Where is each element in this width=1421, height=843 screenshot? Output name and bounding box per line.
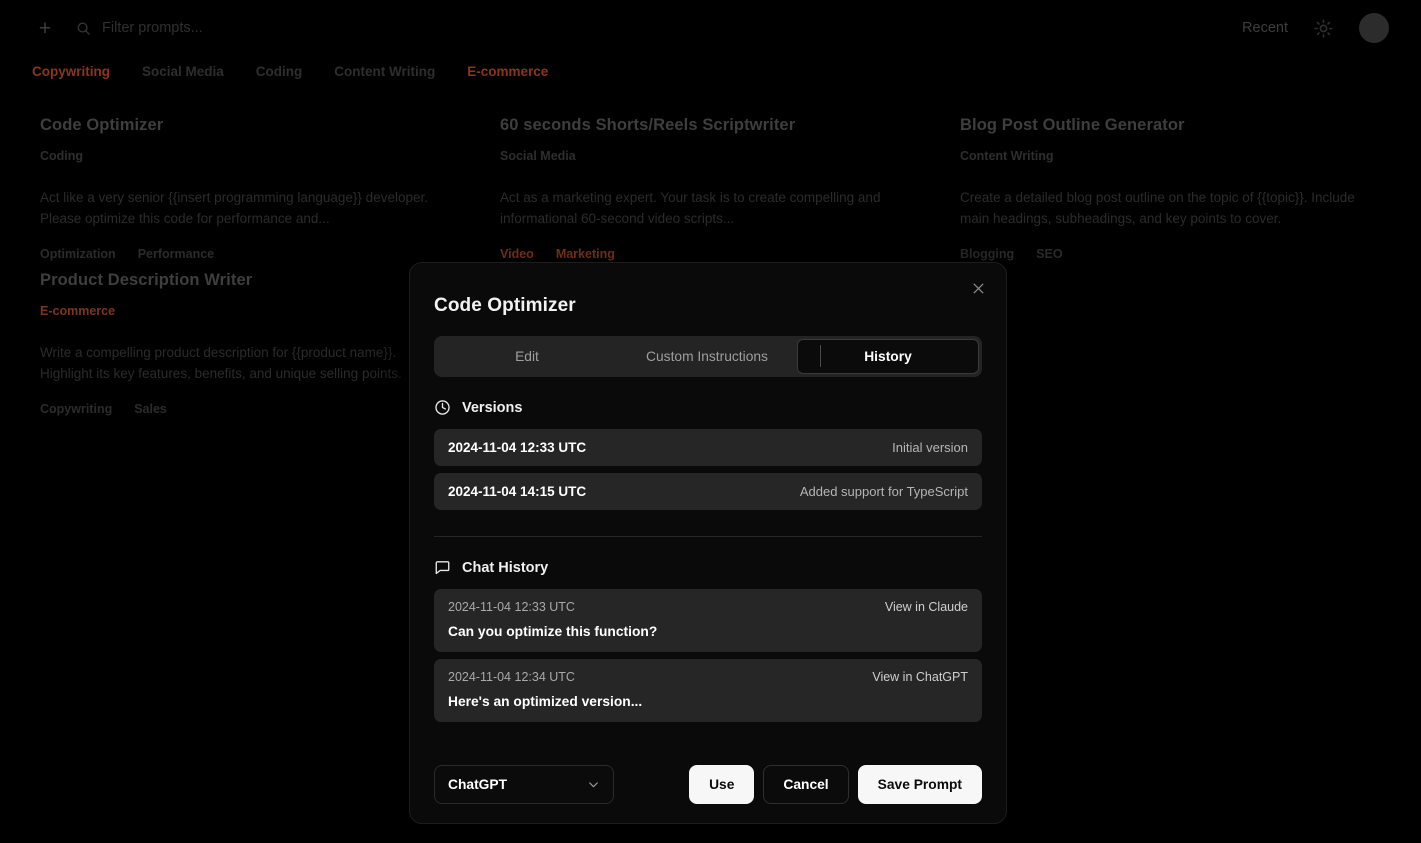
chevron-down-icon: [587, 778, 600, 791]
view-in-provider-link[interactable]: View in Claude: [885, 600, 968, 614]
card-tag[interactable]: Blogging: [960, 247, 1014, 261]
card-category: Coding: [40, 149, 83, 163]
model-select[interactable]: ChatGPT: [434, 765, 614, 804]
tab-edit[interactable]: Edit: [437, 339, 617, 374]
card-tags: Optimization Performance: [40, 247, 492, 261]
card-tag[interactable]: Copywriting: [40, 402, 112, 416]
card-tag[interactable]: Video: [500, 247, 534, 261]
top-bar: + Recent: [0, 0, 1421, 56]
search-container: [76, 20, 1242, 36]
category-tab-copywriting[interactable]: Copywriting: [32, 64, 142, 79]
add-prompt-button[interactable]: +: [32, 15, 58, 41]
card-description: Create a detailed blog post outline on t…: [960, 188, 1360, 230]
card-category: E-commerce: [40, 304, 115, 318]
card-tag[interactable]: Sales: [134, 402, 167, 416]
avatar[interactable]: [1359, 13, 1389, 43]
version-row[interactable]: 2024-11-04 12:33 UTC Initial version: [434, 429, 982, 466]
chat-history-title: Chat History: [462, 560, 548, 576]
chat-bubble-icon: [434, 559, 451, 576]
card-title: Blog Post Outline Generator: [960, 116, 1412, 135]
version-date: 2024-11-04 12:33 UTC: [448, 440, 586, 455]
version-date: 2024-11-04 14:15 UTC: [448, 484, 586, 499]
chat-history-section-header: Chat History: [434, 559, 982, 576]
search-input[interactable]: [102, 20, 522, 36]
modal-tab-bar: Edit Custom Instructions History: [434, 336, 982, 377]
chat-row-meta: 2024-11-04 12:34 UTC View in ChatGPT: [448, 670, 968, 684]
search-icon: [76, 21, 91, 36]
prompt-card[interactable]: Code Optimizer Coding Act like a very se…: [32, 106, 492, 261]
card-tags: Blogging SEO: [960, 247, 1412, 261]
model-select-value: ChatGPT: [448, 777, 507, 792]
card-tags: Video Marketing: [500, 247, 952, 261]
card-description: Write a compelling product description f…: [40, 343, 440, 385]
card-title: Code Optimizer: [40, 116, 492, 135]
chat-row-meta: 2024-11-04 12:33 UTC View in Claude: [448, 600, 968, 614]
card-tag[interactable]: SEO: [1036, 247, 1062, 261]
chat-row[interactable]: 2024-11-04 12:33 UTC View in Claude Can …: [434, 589, 982, 652]
card-category: Content Writing: [960, 149, 1054, 163]
cancel-button[interactable]: Cancel: [763, 765, 848, 804]
prompt-detail-modal: Code Optimizer Edit Custom Instructions …: [409, 262, 1007, 824]
chat-message: Can you optimize this function?: [448, 624, 968, 639]
prompt-card[interactable]: Blog Post Outline Generator Content Writ…: [952, 106, 1412, 261]
modal-title: Code Optimizer: [434, 295, 982, 317]
close-icon: [972, 282, 985, 298]
card-title: 60 seconds Shorts/Reels Scriptwriter: [500, 116, 952, 135]
versions-section-header: Versions: [434, 399, 982, 416]
plus-icon: +: [39, 18, 51, 39]
version-note: Initial version: [892, 440, 968, 455]
close-button[interactable]: [967, 279, 989, 301]
card-tag[interactable]: Performance: [138, 247, 214, 261]
section-divider: [434, 536, 982, 537]
tab-divider: [820, 345, 821, 367]
save-prompt-button[interactable]: Save Prompt: [858, 765, 982, 804]
chat-timestamp: 2024-11-04 12:34 UTC: [448, 670, 575, 684]
version-note: Added support for TypeScript: [800, 484, 968, 499]
category-tab-social-media[interactable]: Social Media: [142, 64, 256, 79]
versions-list: 2024-11-04 12:33 UTC Initial version 202…: [434, 429, 982, 510]
chat-timestamp: 2024-11-04 12:33 UTC: [448, 600, 575, 614]
chat-row[interactable]: 2024-11-04 12:34 UTC View in ChatGPT Her…: [434, 659, 982, 722]
category-tab-ecommerce[interactable]: E-commerce: [467, 64, 580, 79]
recent-button[interactable]: Recent: [1242, 20, 1288, 36]
category-tabs: Copywriting Social Media Coding Content …: [32, 64, 580, 79]
card-tag[interactable]: Marketing: [556, 247, 615, 261]
sun-icon[interactable]: [1314, 19, 1333, 38]
category-tab-coding[interactable]: Coding: [256, 64, 335, 79]
top-bar-right: Recent: [1242, 13, 1389, 43]
view-in-provider-link[interactable]: View in ChatGPT: [872, 670, 968, 684]
prompt-card[interactable]: 60 seconds Shorts/Reels Scriptwriter Soc…: [492, 106, 952, 261]
chat-message: Here's an optimized version...: [448, 694, 968, 709]
clock-icon: [434, 399, 451, 416]
modal-action-buttons: Use Cancel Save Prompt: [689, 765, 982, 804]
tab-custom-instructions[interactable]: Custom Instructions: [617, 339, 797, 374]
use-button[interactable]: Use: [689, 765, 754, 804]
card-tag[interactable]: Optimization: [40, 247, 116, 261]
tab-history[interactable]: History: [797, 339, 979, 374]
modal-footer: ChatGPT Use Cancel Save Prompt: [434, 765, 982, 804]
version-row[interactable]: 2024-11-04 14:15 UTC Added support for T…: [434, 473, 982, 510]
card-description: Act as a marketing expert. Your task is …: [500, 188, 900, 230]
card-category: Social Media: [500, 149, 576, 163]
versions-title: Versions: [462, 400, 522, 416]
chat-history-list: 2024-11-04 12:33 UTC View in Claude Can …: [434, 589, 982, 722]
category-tab-content-writing[interactable]: Content Writing: [334, 64, 467, 79]
card-description: Act like a very senior {{insert programm…: [40, 188, 440, 230]
